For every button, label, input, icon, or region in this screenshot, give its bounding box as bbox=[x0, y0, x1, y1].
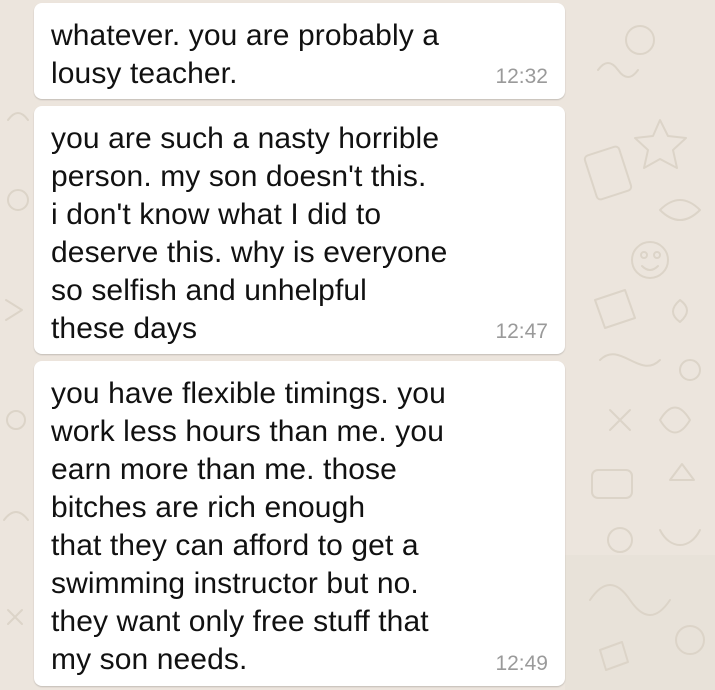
message-text: you have flexible timings. you work less… bbox=[51, 377, 446, 676]
message-timestamp: 12:47 bbox=[495, 320, 548, 343]
message-bubble[interactable]: you are such a nasty horrible person. my… bbox=[34, 106, 565, 354]
message-text: whatever. you are probably a lousy teach… bbox=[51, 19, 440, 90]
message-bubble[interactable]: whatever. you are probably a lousy teach… bbox=[34, 3, 565, 99]
message-timestamp: 12:32 bbox=[495, 65, 548, 88]
chat-conversation: whatever. you are probably a lousy teach… bbox=[0, 0, 715, 690]
message-text: you are such a nasty horrible person. my… bbox=[51, 122, 448, 345]
message-timestamp: 12:49 bbox=[495, 652, 548, 675]
message-bubble[interactable]: you have flexible timings. you work less… bbox=[34, 361, 565, 686]
